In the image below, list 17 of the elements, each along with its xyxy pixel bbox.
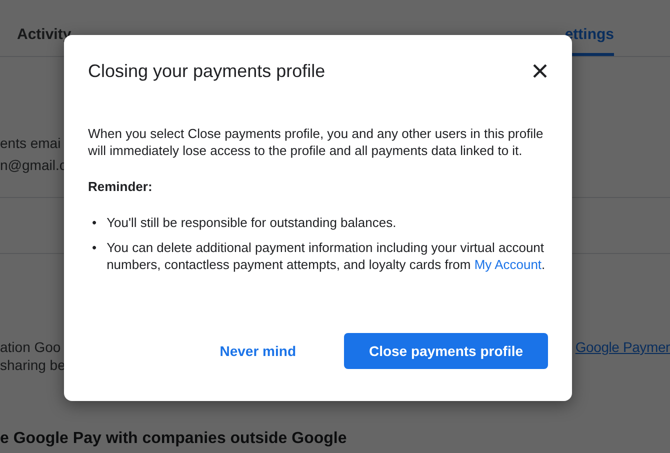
email-address: n@gmail.c <box>0 156 66 174</box>
dialog-message: When you select Close payments profile, you and any other users in this profile will immediately lose access to the profile and all payments data linked to it. <box>88 125 544 159</box>
account-link[interactable]: My Account <box>474 257 542 272</box>
info-link[interactable]: Google Paymer <box>575 338 670 356</box>
email-label: ents emai <box>0 134 61 152</box>
info-text: sharing be <box>0 356 66 374</box>
reminder-label: Reminder: <box>88 179 154 194</box>
confirm-button[interactable]: Close payments profile <box>344 333 548 369</box>
section-heading: e Google Pay with companies outside Google <box>0 429 347 449</box>
bullet-text: You can delete additional payment information including your virtual account numbers, contactless payment attempts, and loyalty cards from My Account. <box>106 239 546 273</box>
info-text: ation Goo <box>0 338 61 356</box>
bullet-text: You'll still be responsible for outstanding balances. <box>106 214 396 231</box>
bullet-marker: • <box>92 214 97 231</box>
bullet-marker: • <box>92 239 97 257</box>
close-icon <box>532 63 548 79</box>
cancel-button[interactable]: Never mind <box>220 333 296 369</box>
dialog-title: Closing your payments profile <box>88 60 326 82</box>
